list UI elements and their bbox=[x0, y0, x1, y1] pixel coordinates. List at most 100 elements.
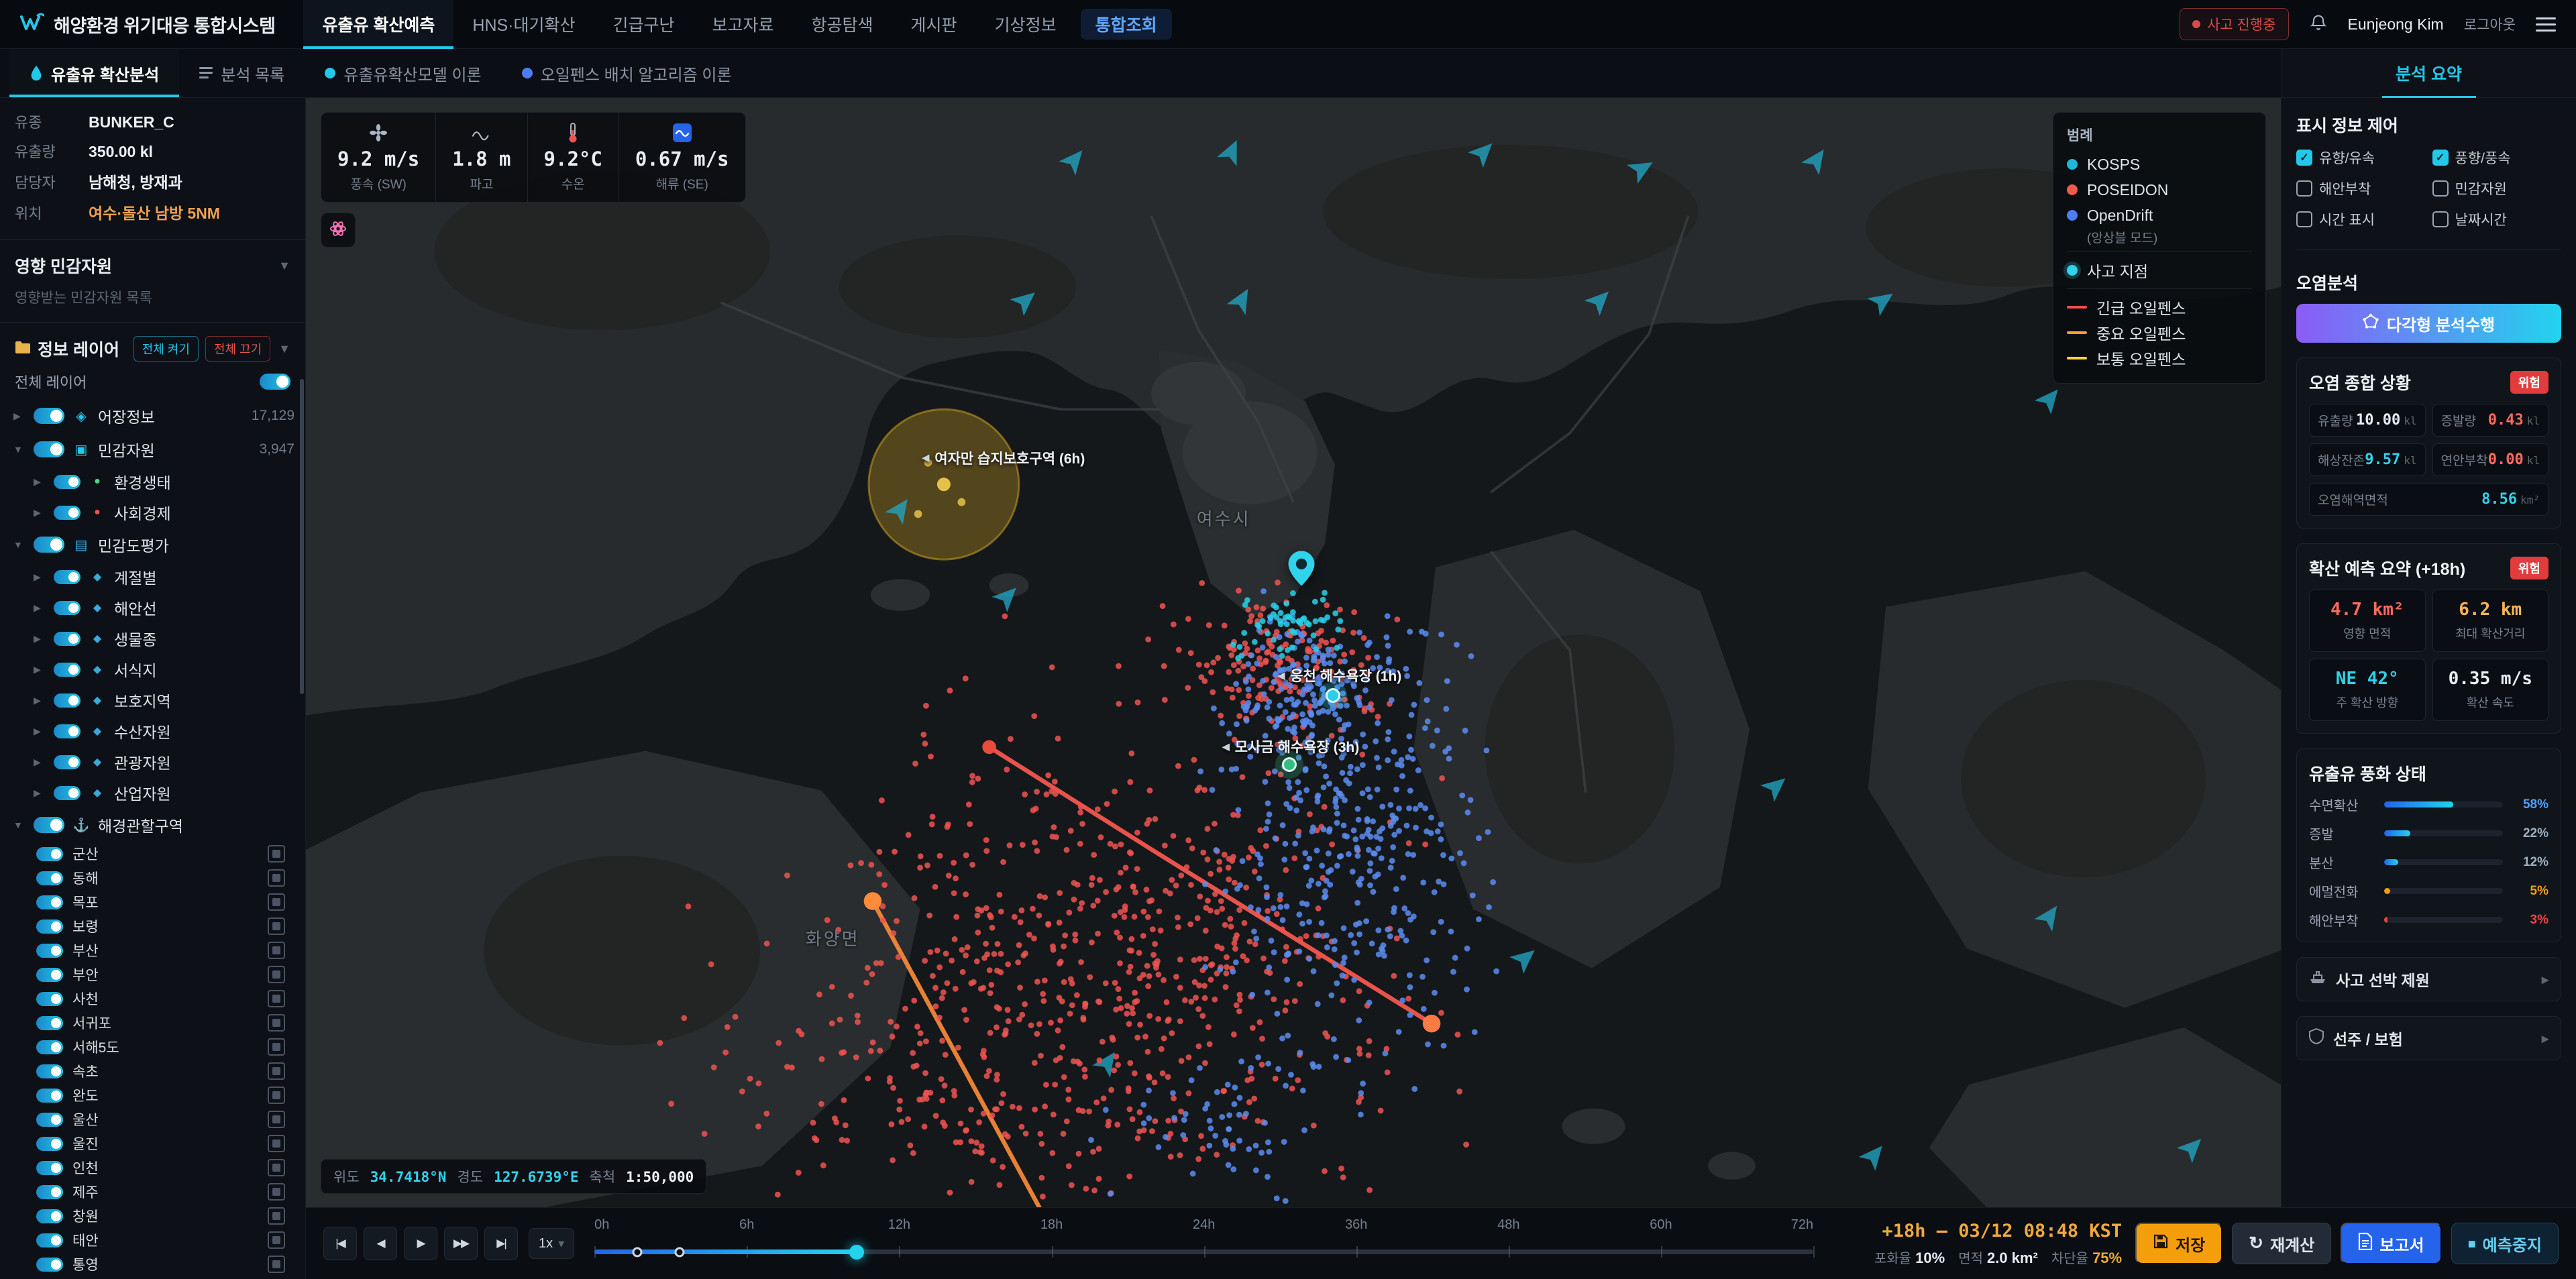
nav-item-5[interactable]: 게시판 bbox=[892, 0, 976, 49]
layer-subrow[interactable]: ▶●환경생태 bbox=[13, 466, 294, 497]
region-row[interactable]: 제주 bbox=[13, 1180, 294, 1204]
region-locate-button[interactable] bbox=[268, 1231, 285, 1249]
layer-toggle[interactable] bbox=[36, 1185, 63, 1199]
layer-subrow[interactable]: ▶◆서식지 bbox=[13, 654, 294, 685]
layer-toggle[interactable] bbox=[36, 920, 63, 934]
nav-item-2[interactable]: 긴급구난 bbox=[594, 0, 694, 49]
map-viewport[interactable]: 9.2 m/s풍속 (SW)1.8 m파고9.2°C수온0.67 m/s해류 (… bbox=[306, 97, 2281, 1207]
nav-item-3[interactable]: 보고자료 bbox=[694, 0, 793, 49]
incident-pin[interactable] bbox=[1288, 551, 1315, 589]
layer-toggle[interactable] bbox=[34, 408, 64, 424]
map-canvas[interactable] bbox=[306, 97, 2281, 1207]
display-option-checkbox[interactable] bbox=[2296, 180, 2312, 197]
display-option-checkbox[interactable] bbox=[2432, 180, 2449, 197]
region-locate-button[interactable] bbox=[268, 893, 285, 911]
expand-icon[interactable]: ▶ bbox=[34, 695, 46, 706]
layer-subrow[interactable]: ▶●사회경제 bbox=[13, 497, 294, 528]
region-locate-button[interactable] bbox=[268, 1111, 285, 1128]
save-button[interactable]: 저장 bbox=[2135, 1223, 2222, 1264]
nav-item-7[interactable]: 통합조회 bbox=[1081, 9, 1172, 40]
region-locate-button[interactable] bbox=[268, 1207, 285, 1225]
layer-toggle[interactable] bbox=[36, 1137, 63, 1151]
notifications-bell-icon[interactable] bbox=[2309, 13, 2328, 36]
tab-1[interactable]: 분석 목록 bbox=[179, 49, 305, 97]
layer-toggle[interactable] bbox=[54, 632, 80, 646]
region-locate-button[interactable] bbox=[268, 990, 285, 1007]
region-row[interactable]: 목포 bbox=[13, 890, 294, 914]
all-layers-off-button[interactable]: 전체 끄기 bbox=[205, 336, 270, 362]
region-row[interactable]: 완도 bbox=[13, 1083, 294, 1107]
region-locate-button[interactable] bbox=[268, 917, 285, 935]
owner-insurance-section[interactable]: 선주 / 보험 ▸ bbox=[2296, 1016, 2561, 1060]
expand-icon[interactable]: ▼ bbox=[13, 539, 25, 550]
region-row[interactable]: 속초 bbox=[13, 1059, 294, 1083]
skip-end-button[interactable]: ▶| bbox=[484, 1227, 518, 1260]
layer-toggle[interactable] bbox=[54, 601, 80, 615]
logout-button[interactable]: 로그아웃 bbox=[2464, 14, 2516, 34]
display-option[interactable]: ✓풍향/풍속 bbox=[2432, 148, 2562, 168]
layer-toggle[interactable] bbox=[36, 944, 63, 958]
layer-toggle[interactable] bbox=[36, 1089, 63, 1103]
region-locate-button[interactable] bbox=[268, 1183, 285, 1201]
layer-row[interactable]: ▼▤민감도평가 bbox=[13, 528, 294, 561]
region-row[interactable]: 창원 bbox=[13, 1204, 294, 1228]
play-button[interactable]: ▶ bbox=[404, 1227, 437, 1260]
layer-toggle[interactable] bbox=[36, 895, 63, 909]
region-locate-button[interactable] bbox=[268, 1062, 285, 1080]
display-option[interactable]: ✓유향/유속 bbox=[2296, 148, 2426, 168]
beach-marker-dot[interactable] bbox=[1326, 688, 1340, 703]
layer-toggle[interactable] bbox=[34, 537, 64, 553]
expand-icon[interactable]: ▶ bbox=[34, 726, 46, 737]
expand-icon[interactable]: ▶ bbox=[34, 787, 46, 799]
incident-status-badge[interactable]: 사고 진행중 bbox=[2180, 8, 2288, 40]
layer-toggle[interactable] bbox=[54, 506, 80, 520]
region-locate-button[interactable] bbox=[268, 1038, 285, 1056]
layer-toggle[interactable] bbox=[54, 663, 80, 677]
impact-section-header[interactable]: 영향 민감자원 ▼ bbox=[0, 245, 305, 280]
report-button[interactable]: 보고서 bbox=[2341, 1223, 2441, 1264]
playback-speed-select[interactable]: 1x ▾ bbox=[529, 1228, 574, 1259]
region-row[interactable]: 보령 bbox=[13, 914, 294, 938]
fence-deploy-marker[interactable] bbox=[632, 1247, 642, 1257]
region-row[interactable]: 동해 bbox=[13, 866, 294, 890]
expand-icon[interactable]: ▶ bbox=[34, 571, 46, 583]
expand-icon[interactable]: ▶ bbox=[34, 476, 46, 488]
fence-deploy-marker[interactable] bbox=[675, 1247, 685, 1257]
region-locate-button[interactable] bbox=[268, 966, 285, 983]
layer-filter-icon[interactable]: ▼ bbox=[278, 342, 290, 356]
timeline-track[interactable] bbox=[594, 1249, 1813, 1254]
region-locate-button[interactable] bbox=[268, 942, 285, 959]
sidebar-scrollbar[interactable] bbox=[300, 379, 304, 694]
region-row[interactable]: 부산 bbox=[13, 938, 294, 962]
layer-toggle[interactable] bbox=[36, 968, 63, 982]
region-row[interactable]: 부안 bbox=[13, 962, 294, 987]
layer-toggle[interactable] bbox=[34, 817, 64, 833]
expand-icon[interactable]: ▶ bbox=[34, 664, 46, 675]
beach-marker-dot[interactable] bbox=[1282, 757, 1297, 772]
layer-toggle[interactable] bbox=[36, 992, 63, 1006]
display-option-checkbox[interactable] bbox=[2296, 211, 2312, 227]
layer-toggle[interactable] bbox=[54, 693, 80, 708]
tab-0[interactable]: 유출유 확산분석 bbox=[9, 49, 179, 97]
panel-title-tab[interactable]: 분석 요약 bbox=[2282, 49, 2576, 98]
display-option-checkbox[interactable] bbox=[2432, 211, 2449, 227]
expand-icon[interactable]: ▶ bbox=[34, 757, 46, 768]
region-row[interactable]: 서해5도 bbox=[13, 1035, 294, 1059]
region-locate-button[interactable] bbox=[268, 869, 285, 887]
tab-2[interactable]: 유출유확산모델 이론 bbox=[305, 49, 501, 97]
app-logo[interactable]: 해양환경 위기대응 통합시스템 bbox=[20, 11, 275, 38]
expand-icon[interactable]: ▶ bbox=[34, 602, 46, 614]
layer-toggle[interactable] bbox=[36, 1040, 63, 1054]
region-row[interactable]: 울진 bbox=[13, 1131, 294, 1156]
region-row[interactable]: 서귀포 bbox=[13, 1011, 294, 1035]
layer-toggle[interactable] bbox=[54, 755, 80, 769]
nav-item-4[interactable]: 항공탐색 bbox=[793, 0, 892, 49]
region-row[interactable]: 군산 bbox=[13, 842, 294, 866]
region-locate-button[interactable] bbox=[268, 1256, 285, 1273]
layer-toggle[interactable] bbox=[36, 871, 63, 885]
timeline-slider[interactable]: 0h6h12h18h24h36h48h60h72h bbox=[594, 1208, 1813, 1279]
timeline-thumb[interactable] bbox=[849, 1245, 864, 1260]
display-option[interactable]: 날짜시간 bbox=[2432, 209, 2562, 229]
layer-subrow[interactable]: ▶◆산업자원 bbox=[13, 777, 294, 808]
layer-toggle[interactable] bbox=[54, 786, 80, 800]
